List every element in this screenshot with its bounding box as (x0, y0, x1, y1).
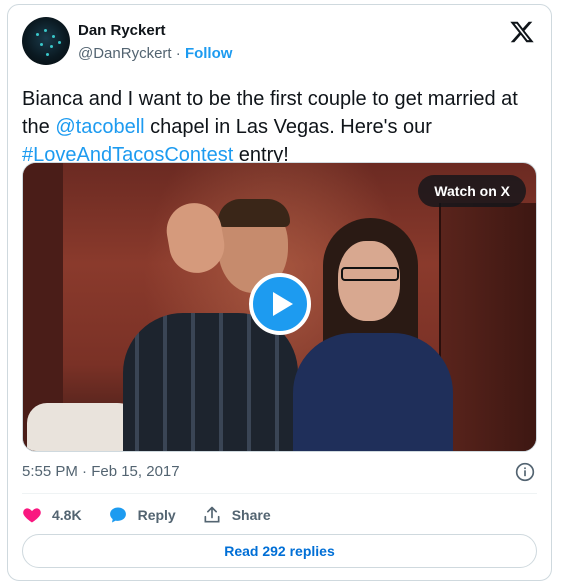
author-name[interactable]: Dan Ryckert (78, 22, 166, 39)
mention-link[interactable]: @tacobell (55, 116, 144, 138)
reply-button[interactable]: Reply (108, 505, 176, 525)
author-handle[interactable]: @DanRyckert (78, 45, 172, 62)
reply-bubble-icon (109, 507, 126, 523)
separator-dot: · (175, 45, 181, 62)
share-icon (204, 506, 220, 523)
tweet-text: Bianca and I want to be the first couple… (22, 85, 537, 169)
video-thumbnail[interactable]: Watch on X (22, 162, 537, 452)
share-label: Share (231, 507, 271, 523)
x-logo-icon[interactable] (509, 19, 535, 45)
watch-on-x-button[interactable]: Watch on X (418, 175, 526, 207)
play-icon (273, 292, 293, 316)
follow-button[interactable]: Follow (185, 45, 233, 62)
info-icon[interactable] (515, 462, 535, 482)
embedded-tweet-card: Dan Ryckert @DanRyckert · Follow Bianca … (7, 4, 552, 581)
divider (22, 493, 537, 494)
tweet-timestamp[interactable]: 5:55 PM · Feb 15, 2017 (22, 463, 180, 480)
heart-icon (23, 508, 41, 523)
author-handle-row: @DanRyckert · Follow (78, 45, 232, 62)
like-button[interactable]: 4.8K (22, 505, 82, 525)
reply-label: Reply (137, 507, 176, 523)
action-bar: 4.8K Reply Share (22, 501, 271, 529)
share-button[interactable]: Share (202, 505, 271, 525)
like-count: 4.8K (52, 507, 82, 523)
play-button[interactable] (249, 273, 311, 335)
read-replies-button[interactable]: Read 292 replies (22, 534, 537, 568)
tweet-text-part: chapel in Las Vegas. Here's our (144, 116, 432, 138)
avatar[interactable] (22, 17, 70, 65)
